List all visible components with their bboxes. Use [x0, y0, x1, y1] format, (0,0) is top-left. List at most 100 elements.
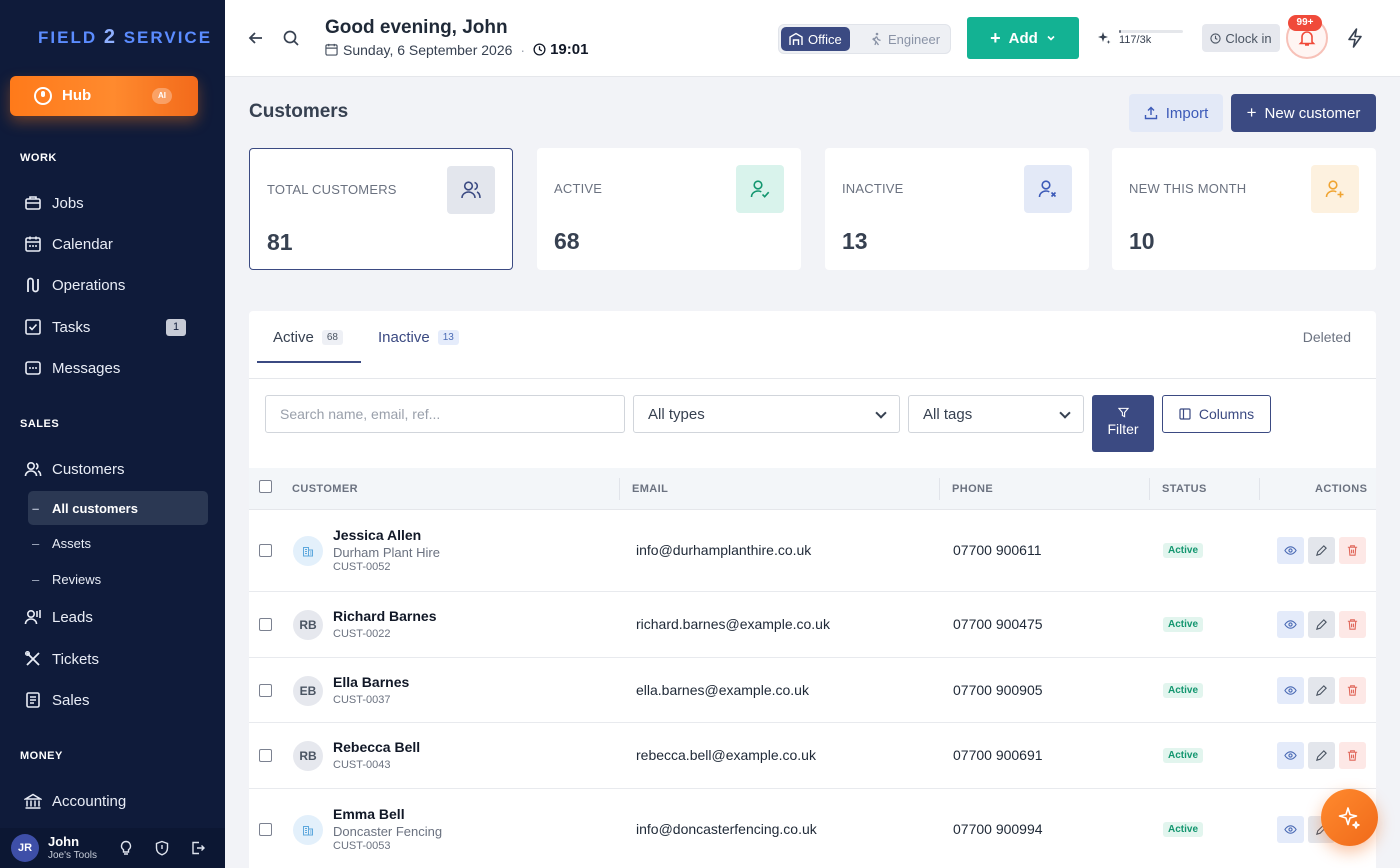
sidebar-subitem-all-customers[interactable]: All customers: [28, 491, 208, 525]
customer-name[interactable]: Rebecca Bell: [333, 739, 420, 755]
tab-active[interactable]: Active 68: [273, 329, 343, 346]
stat-card-active[interactable]: ACTIVE 68: [537, 148, 801, 270]
customer-phone[interactable]: 07700 900905: [953, 682, 1043, 698]
notifications-button[interactable]: 99+: [1286, 15, 1328, 59]
customer-email[interactable]: richard.barnes@example.co.uk: [636, 616, 830, 632]
tab-deleted[interactable]: Deleted: [1303, 329, 1351, 345]
table-row[interactable]: EB Ella Barnes CUST-0037 ella.barnes@exampl…: [249, 658, 1376, 723]
customer-name[interactable]: Richard Barnes: [333, 608, 436, 624]
customer-name[interactable]: Jessica Allen: [333, 527, 421, 543]
stat-card-total[interactable]: TOTAL CUSTOMERS 81: [249, 148, 513, 270]
select-all-checkbox[interactable]: [259, 480, 272, 493]
status-badge: Active: [1163, 543, 1204, 558]
customer-email[interactable]: info@doncasterfencing.co.uk: [636, 821, 817, 837]
customer-name[interactable]: Emma Bell: [333, 806, 405, 822]
stat-label: TOTAL CUSTOMERS: [267, 182, 397, 197]
sidebar-item-tickets[interactable]: Tickets: [24, 648, 194, 670]
tab-inactive[interactable]: Inactive 13: [378, 329, 459, 346]
sidebar-item-calendar[interactable]: Calendar: [24, 233, 194, 255]
ai-assistant-button[interactable]: [1321, 789, 1378, 846]
view-button[interactable]: [1277, 676, 1304, 704]
avatar: RB: [293, 610, 323, 640]
view-button[interactable]: [1277, 537, 1304, 564]
column-header-email[interactable]: EMAIL: [632, 483, 668, 495]
user-org: Joe's Tools: [48, 850, 97, 861]
column-header-status[interactable]: STATUS: [1162, 483, 1207, 495]
add-button[interactable]: + Add: [967, 17, 1079, 59]
sidebar-item-label: Tickets: [52, 650, 99, 668]
stat-card-new[interactable]: NEW THIS MONTH 10: [1112, 148, 1376, 270]
current-time: 19:01: [550, 41, 589, 58]
row-checkbox[interactable]: [259, 823, 272, 836]
import-button[interactable]: Import: [1129, 94, 1223, 132]
type-select-value: All types: [648, 405, 705, 423]
search-icon[interactable]: [282, 29, 300, 47]
lightning-icon[interactable]: [1346, 28, 1364, 48]
filter-button[interactable]: Filter: [1092, 395, 1154, 452]
table-row[interactable]: Jessica Allen Durham Plant Hire CUST-0052 i…: [249, 510, 1376, 592]
shield-icon[interactable]: [154, 840, 170, 856]
edit-button[interactable]: [1308, 611, 1335, 638]
delete-button[interactable]: [1339, 742, 1366, 769]
sidebar-subitem-reviews[interactable]: Reviews: [28, 562, 208, 596]
mode-toggle: Office Engineer: [778, 24, 951, 54]
sidebar-subitem-assets[interactable]: Assets: [28, 526, 208, 560]
ai-badge: AI: [152, 88, 172, 104]
table-row[interactable]: RB Richard Barnes CUST-0022 richard.barnes@…: [249, 592, 1376, 658]
customer-phone[interactable]: 07700 900994: [953, 821, 1043, 837]
plus-icon: +: [990, 27, 1001, 48]
customer-email[interactable]: ella.barnes@example.co.uk: [636, 682, 809, 698]
customer-phone[interactable]: 07700 900475: [953, 616, 1043, 632]
logout-icon[interactable]: [190, 840, 206, 856]
avatar[interactable]: JR: [11, 834, 39, 862]
sidebar-item-messages[interactable]: Messages: [24, 357, 194, 379]
sidebar-item-label: Calendar: [52, 235, 113, 253]
bell-icon: [1298, 31, 1316, 46]
delete-button[interactable]: [1339, 611, 1366, 638]
row-checkbox[interactable]: [259, 544, 272, 557]
customer-email[interactable]: rebecca.bell@example.co.uk: [636, 747, 816, 763]
delete-button[interactable]: [1339, 676, 1366, 704]
edit-button[interactable]: [1308, 676, 1335, 704]
view-button[interactable]: [1277, 816, 1304, 843]
table-row[interactable]: RB Rebecca Bell CUST-0043 rebecca.bell@exam…: [249, 723, 1376, 789]
new-customer-button[interactable]: + New customer: [1231, 94, 1376, 132]
sidebar-item-label: Accounting: [52, 792, 127, 810]
column-header-customer[interactable]: CUSTOMER: [292, 483, 358, 495]
sidebar-item-jobs[interactable]: Jobs: [24, 192, 194, 214]
view-button[interactable]: [1277, 742, 1304, 769]
customer-phone[interactable]: 07700 900611: [953, 542, 1042, 558]
back-arrow-icon[interactable]: [247, 29, 265, 47]
hub-button[interactable]: Hub AI: [10, 76, 198, 116]
row-checkbox[interactable]: [259, 618, 272, 631]
sidebar-item-leads[interactable]: Leads: [24, 606, 194, 628]
delete-button[interactable]: [1339, 537, 1366, 564]
columns-button[interactable]: Columns: [1162, 395, 1271, 433]
column-header-phone[interactable]: PHONE: [952, 483, 993, 495]
user-plus-icon: [1311, 165, 1359, 213]
type-select[interactable]: All types: [633, 395, 900, 433]
sidebar-item-accounting[interactable]: Accounting: [24, 790, 194, 812]
customer-name[interactable]: Ella Barnes: [333, 674, 409, 690]
view-button[interactable]: [1277, 611, 1304, 638]
tag-select[interactable]: All tags: [908, 395, 1084, 433]
mode-office-button[interactable]: Office: [781, 27, 850, 51]
customer-phone[interactable]: 07700 900691: [953, 747, 1043, 763]
edit-button[interactable]: [1308, 537, 1335, 564]
mode-engineer-button[interactable]: Engineer: [861, 27, 948, 51]
stat-card-inactive[interactable]: INACTIVE 13: [825, 148, 1089, 270]
sidebar-item-tasks[interactable]: Tasks 1: [24, 316, 194, 338]
app-logo[interactable]: FIELD 2 SERVICE: [38, 26, 212, 49]
clock-in-button[interactable]: Clock in: [1202, 24, 1280, 52]
sidebar-item-customers[interactable]: Customers: [24, 458, 194, 480]
row-checkbox[interactable]: [259, 683, 272, 697]
lightbulb-icon[interactable]: [118, 840, 134, 856]
edit-button[interactable]: [1308, 742, 1335, 769]
sidebar-item-operations[interactable]: Operations: [24, 274, 194, 296]
sidebar-item-sales[interactable]: Sales: [24, 689, 194, 711]
customer-email[interactable]: info@durhamplanthire.co.uk: [636, 542, 811, 558]
search-input[interactable]: [265, 395, 625, 433]
sparkle-icon: [1338, 807, 1360, 829]
row-checkbox[interactable]: [259, 749, 272, 762]
table-row[interactable]: Emma Bell Doncaster Fencing CUST-0053 info@…: [249, 789, 1376, 868]
